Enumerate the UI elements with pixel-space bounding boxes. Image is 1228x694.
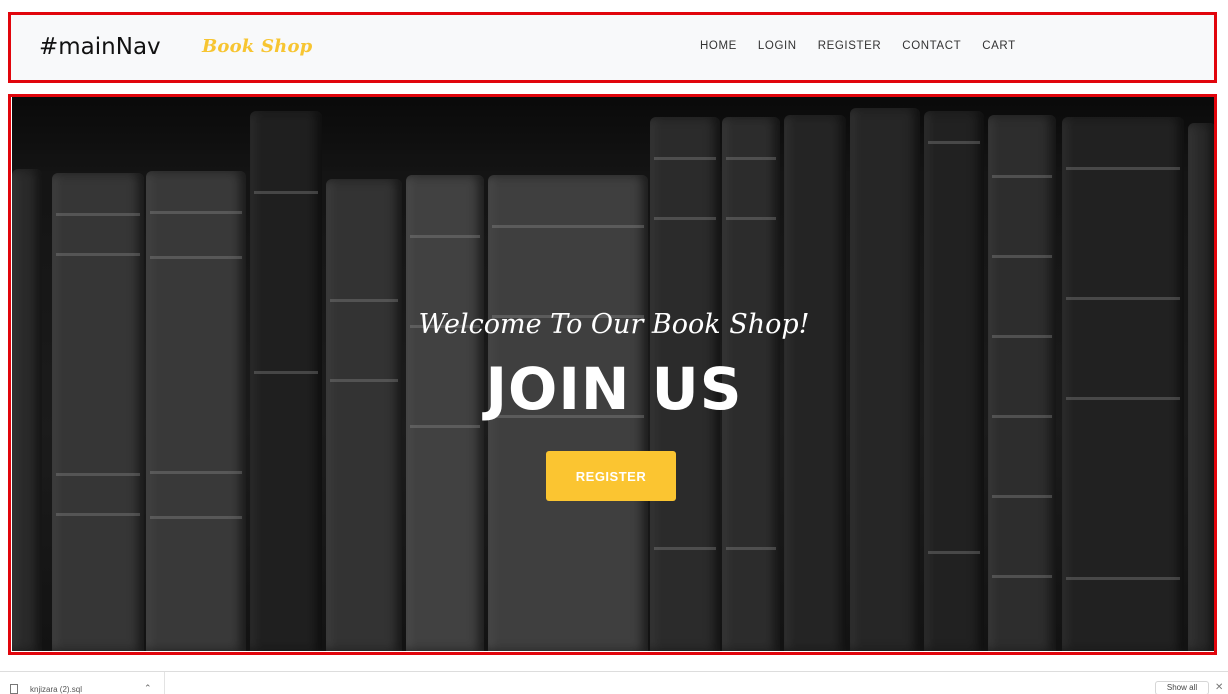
close-icon[interactable]: ✕ [1215, 682, 1223, 693]
nav-item-cart[interactable]: CART [982, 40, 1016, 52]
annotation-label: #mainNav [39, 34, 161, 60]
register-button[interactable]: REGISTER [546, 451, 676, 501]
divider [164, 672, 165, 694]
nav-item-contact[interactable]: CONTACT [902, 40, 961, 52]
show-all-button[interactable]: Show all [1155, 681, 1209, 694]
brand-logo[interactable]: Book Shop [202, 36, 312, 57]
download-file-name: knjizara (2).sql [30, 684, 83, 694]
hero-welcome-text: Welcome To Our Book Shop! [418, 309, 810, 340]
nav-item-register[interactable]: REGISTER [818, 40, 882, 52]
hero-section: Welcome To Our Book Shop! JOIN US REGIST… [12, 97, 1216, 651]
hero-headline: JOIN US [485, 355, 743, 423]
nav-menu: HOME LOGIN REGISTER CONTACT CART [700, 40, 1037, 52]
download-item[interactable]: knjizara (2).sql [10, 684, 82, 694]
file-icon [10, 684, 18, 694]
chevron-up-icon[interactable]: ⌃ [144, 683, 152, 694]
page: #mainNav Book Shop HOME LOGIN REGISTER C… [0, 0, 1228, 694]
nav-item-login[interactable]: LOGIN [758, 40, 797, 52]
nav-item-home[interactable]: HOME [700, 40, 737, 52]
download-bar: knjizara (2).sql ⌃ Show all ✕ [0, 671, 1228, 694]
